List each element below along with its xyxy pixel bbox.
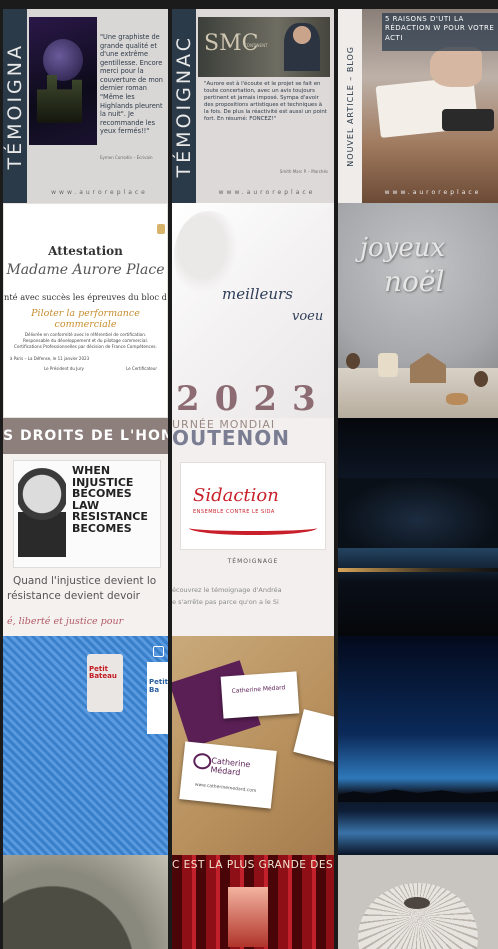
certificate-body: Délivrée en conformité avec le référenti…	[14, 332, 157, 349]
instagram-photo-grid: TÉMOIGNA "Une graphiste de grande qualit…	[0, 0, 498, 949]
tile-attestation[interactable]: Attestation Madame Aurore Place nté avec…	[3, 203, 168, 418]
caption-line1: écouvrez le témoignage d'Andréa	[172, 586, 282, 594]
tile-stone-texture[interactable]	[3, 855, 168, 949]
select-checkbox-icon[interactable]	[153, 646, 164, 657]
candle-icon	[378, 353, 398, 377]
tile-blog-article[interactable]: NOUVEL ARTICLE – BLOG 5 RAISONS D'UTI LA…	[338, 9, 498, 203]
year-text: 2023	[176, 379, 331, 418]
greeting-line2: noël	[384, 265, 445, 298]
emblem-icon	[157, 224, 165, 234]
business-card	[293, 709, 334, 763]
tile-sidaction[interactable]: URNÉE MONDIAI OUTENON Sidaction ENSEMBLE…	[172, 418, 334, 636]
brand-tag: Petit Bateau	[87, 654, 123, 712]
side-banner: NOUVEL ARTICLE – BLOG	[338, 9, 362, 203]
tile-business-cards[interactable]: Catherine Médard Catherine Médard www.ca…	[172, 636, 334, 855]
banner: C EST LA PLUS GRANDE DES	[172, 859, 334, 871]
brand-tag: Petit Ba	[147, 662, 168, 734]
book-cover-image	[29, 17, 97, 145]
banner: OUTENON	[172, 426, 291, 450]
window-light	[228, 887, 268, 947]
pinecone-icon	[346, 353, 360, 369]
tree-line	[338, 789, 498, 802]
business-card: Catherine Médard	[220, 671, 300, 719]
article-title-overlay: 5 RAISONS D'UTI LA RÉDACTION W POUR VOTR…	[382, 13, 498, 51]
signature-right: Le Certificateur	[126, 366, 157, 371]
portrait-drawing	[18, 467, 66, 557]
sign-text: WHEN INJUSTICE BECOMES LAW RESISTANCE BE…	[72, 464, 148, 535]
cookie-icon	[446, 393, 468, 405]
caption-line2: e s'arrête pas parce qu'on a le Si	[172, 598, 279, 606]
caption-line2: résistance devient devoir	[7, 590, 141, 602]
certificate-highlight: Piloter la performance commerciale	[31, 308, 140, 330]
protest-photo: WHEN INJUSTICE BECOMES LAW RESISTANCE BE…	[13, 460, 161, 568]
certificate-name: Madame Aurore Place	[6, 262, 165, 278]
greeting-line1: meilleurs	[222, 285, 293, 303]
cloud-layer	[338, 478, 498, 548]
tile-red-curtains[interactable]: C EST LA PLUS GRANDE DES	[172, 855, 334, 949]
tile-temoignage-roman[interactable]: TÉMOIGNA "Une graphiste de grande qualit…	[3, 9, 168, 203]
hand-writing-photo	[430, 47, 482, 87]
phone-photo	[442, 109, 494, 131]
cm-logo-icon	[192, 752, 213, 771]
footer-text: é, liberté et justice pour	[7, 616, 124, 627]
tile-night-sky[interactable]	[338, 418, 498, 636]
tile-temoignage-smc[interactable]: TÉMOIGNAC SMC CONTINENT "Aurore est à l'…	[172, 9, 334, 203]
certificate-title: Attestation	[48, 244, 123, 258]
tile-droits-homme[interactable]: S DROITS DE L'HOM WHEN INJUSTICE BECOMES…	[3, 418, 168, 636]
testimonial-label: TÉMOIGNAGE	[227, 558, 279, 565]
tile-dusk-lake[interactable]	[338, 636, 498, 855]
caption-line1: Quand l'injustice devient lo	[13, 575, 157, 587]
tile-sea-urchin[interactable]	[338, 855, 498, 949]
urchin-shell	[358, 883, 478, 949]
horizon-lights	[338, 568, 498, 572]
header-photo: SMC CONTINENT	[198, 17, 330, 77]
pinecone-icon	[474, 371, 488, 387]
website-footer: www.auroreplace	[218, 189, 316, 196]
website-footer: www.auroreplace	[51, 189, 148, 196]
website-footer: www.auroreplace	[384, 189, 482, 196]
testimonial-author: Eymen Corrodin – Écrivain	[100, 155, 153, 160]
signature-left: Le Président du Jury	[44, 366, 84, 371]
greeting-line1: joyeux	[360, 233, 446, 263]
side-banner: TÉMOIGNAC	[172, 9, 196, 203]
certificate-line: nté avec succès les épreuves du bloc de …	[4, 292, 167, 302]
testimonial-quote: "Aurore est à l'écoute et le projet se f…	[204, 81, 327, 123]
greeting-line2: voeu	[292, 309, 324, 324]
urchin-top	[404, 897, 430, 909]
certificate-date: à Paris – La Défense, le 11 janvier 2023	[10, 356, 90, 361]
sidaction-logo: Sidaction	[193, 485, 279, 506]
business-card: Catherine Médard www.catherinemedard.com	[179, 741, 277, 809]
person-photo	[284, 23, 320, 71]
banner: S DROITS DE L'HOM	[3, 418, 168, 454]
testimonial-quote: "Une graphiste de grande qualité et d'un…	[100, 33, 163, 136]
tile-joyeux-noel[interactable]: joyeux noël	[338, 203, 498, 418]
tile-meilleurs-voeux[interactable]: meilleurs voeu 2023	[172, 203, 334, 418]
mini-house-icon	[410, 353, 446, 383]
side-banner: TÉMOIGNA	[3, 9, 27, 203]
sidaction-card: Sidaction ENSEMBLE CONTRE LE SIDA	[180, 462, 326, 550]
ribbon-icon	[189, 521, 317, 535]
testimonial-author: Smith Marc P. – Marchés	[279, 169, 328, 174]
tile-fabric-labels[interactable]: Petit Bateau Petit Ba	[3, 636, 168, 855]
